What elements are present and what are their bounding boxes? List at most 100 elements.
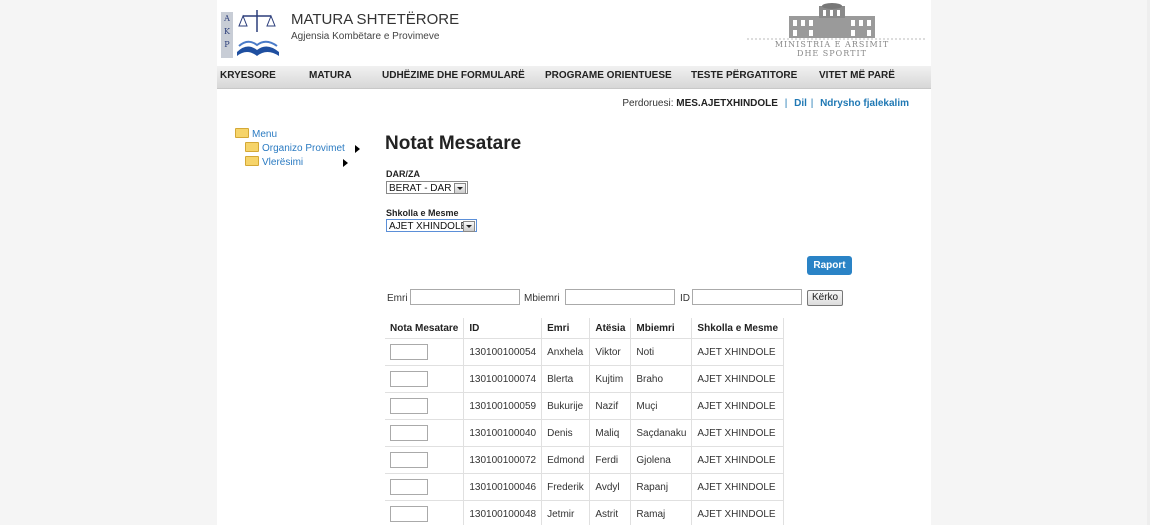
table-row: 130100100046 Frederik Avdyl Rapanj AJET … — [385, 473, 784, 501]
grade-input[interactable] — [390, 506, 428, 522]
menu-item-organizo[interactable]: Organizo Provimet — [235, 142, 360, 156]
grade-cell — [385, 446, 464, 474]
last-name-cell: Noti — [630, 338, 692, 366]
father-name-cell: Maliq — [589, 419, 631, 447]
nav-matura[interactable]: MATURA — [309, 70, 352, 81]
folder-icon — [235, 128, 249, 138]
logo-letter-p: P — [224, 40, 230, 49]
logo-letter-k: K — [224, 27, 230, 36]
search-button[interactable]: Kërko — [807, 290, 844, 306]
grade-input[interactable] — [390, 479, 428, 495]
grade-input[interactable] — [390, 425, 428, 441]
grade-cell — [385, 365, 464, 393]
table-row: 130100100048 Jetmir Astrit Ramaj AJET XH… — [385, 500, 784, 525]
akp-logo[interactable]: A K P — [221, 6, 281, 58]
first-name-cell: Anxhela — [541, 338, 590, 366]
grade-cell — [385, 419, 464, 447]
column-header[interactable]: Shkolla e Mesme — [691, 318, 784, 339]
logo-letters: A K P — [221, 12, 233, 58]
nav-programe[interactable]: PROGRAME ORIENTUESE — [545, 70, 672, 81]
last-name-cell: Braho — [630, 365, 692, 393]
school-cell: AJET XHINDOLE — [691, 500, 784, 525]
school-cell: AJET XHINDOLE — [691, 365, 784, 393]
grade-input[interactable] — [390, 344, 428, 360]
first-name-cell: Edmond — [541, 446, 590, 474]
grade-cell — [385, 500, 464, 525]
first-name-input[interactable] — [410, 289, 520, 305]
id-input[interactable] — [692, 289, 802, 305]
nav-udhezime[interactable]: UDHËZIME DHE FORMULARË — [382, 70, 525, 81]
change-password-link[interactable]: Ndrysho fjalekalim — [820, 98, 909, 109]
school-cell: AJET XHINDOLE — [691, 419, 784, 447]
nav-kryesore[interactable]: KRYESORE — [220, 70, 276, 81]
raport-button[interactable]: Raport — [807, 256, 852, 275]
first-name-cell: Bukurije — [541, 392, 590, 420]
chevron-down-icon[interactable] — [463, 221, 475, 232]
father-name-cell: Nazif — [589, 392, 631, 420]
id-cell: 130100100046 — [463, 473, 542, 501]
first-name-label: Emri — [387, 293, 408, 304]
school-select[interactable]: AJET XHINDOLE — [386, 219, 477, 232]
menu-root-label: Menu — [252, 129, 278, 140]
last-name-cell: Gjolena — [630, 446, 692, 474]
ministry-line2: DHE SPORTIT — [797, 49, 867, 58]
ministry-name: MINISTRIA E ARSIMIT DHE SPORTIT — [727, 40, 931, 58]
ministry-logo[interactable]: MINISTRIA E ARSIMIT DHE SPORTIT — [727, 2, 931, 60]
table-row: 130100100074 Blerta Kujtim Braho AJET XH… — [385, 365, 784, 393]
site-subtitle: Agjensia Kombëtare e Provimeve — [291, 31, 440, 42]
darza-selected-value: BERAT - DAR — [389, 183, 452, 194]
nav-teste[interactable]: TESTE PËRGATITORE — [691, 70, 797, 81]
table-header-row: Nota Mesatare ID Emri Atësia Mbiemri Shk… — [385, 318, 784, 339]
column-header[interactable]: Nota Mesatare — [385, 318, 464, 339]
darza-label: DAR/ZA — [386, 169, 420, 179]
id-label: ID — [680, 293, 690, 304]
user-name: MES.AJETXHINDOLE — [676, 98, 778, 109]
last-name-input[interactable] — [565, 289, 675, 305]
id-cell: 130100100059 — [463, 392, 542, 420]
father-name-cell: Viktor — [589, 338, 631, 366]
school-cell: AJET XHINDOLE — [691, 473, 784, 501]
side-menu: Menu Organizo Provimet Vlerësimi — [235, 128, 360, 170]
folder-icon — [245, 142, 259, 152]
logo-letter-a: A — [224, 14, 230, 23]
table-row: 130100100072 Edmond Ferdi Gjolena AJET X… — [385, 446, 784, 474]
last-name-label: Mbiemri — [524, 293, 560, 304]
chevron-down-icon[interactable] — [454, 183, 466, 194]
first-name-cell: Denis — [541, 419, 590, 447]
column-header[interactable]: Emri — [541, 318, 590, 339]
darza-select[interactable]: BERAT - DAR — [386, 181, 468, 194]
father-name-cell: Astrit — [589, 500, 631, 525]
grade-cell — [385, 338, 464, 366]
submenu-arrow-icon — [343, 159, 348, 167]
id-cell: 130100100072 — [463, 446, 542, 474]
menu-item-vleresimi[interactable]: Vlerësimi — [235, 156, 348, 170]
father-name-cell: Ferdi — [589, 446, 631, 474]
column-header[interactable]: ID — [463, 318, 542, 339]
grade-input[interactable] — [390, 371, 428, 387]
grade-input[interactable] — [390, 452, 428, 468]
page-container: A K P MATURA SHTETËRORE Agjensia Kombëta… — [217, 0, 931, 525]
menu-root[interactable]: Menu — [235, 128, 345, 142]
user-bar: Perdoruesi: MES.AJETXHINDOLE | Dil | Ndr… — [622, 98, 909, 109]
id-cell: 130100100040 — [463, 419, 542, 447]
separator: | — [810, 98, 814, 109]
id-cell: 130100100048 — [463, 500, 542, 525]
column-header[interactable]: Mbiemri — [630, 318, 692, 339]
ministry-building-icon — [747, 3, 927, 40]
first-name-cell: Jetmir — [541, 500, 590, 525]
father-name-cell: Kujtim — [589, 365, 631, 393]
id-cell: 130100100054 — [463, 338, 542, 366]
user-label: Perdoruesi: — [622, 98, 674, 109]
school-cell: AJET XHINDOLE — [691, 446, 784, 474]
school-selected-value: AJET XHINDOLE — [389, 221, 468, 232]
grade-input[interactable] — [390, 398, 428, 414]
grade-cell — [385, 473, 464, 501]
site-header: A K P MATURA SHTETËRORE Agjensia Kombëta… — [217, 0, 931, 66]
logout-link[interactable]: Dil — [794, 98, 807, 109]
book-scale-icon — [237, 10, 279, 56]
id-cell: 130100100074 — [463, 365, 542, 393]
nav-vitet[interactable]: VITET MË PARË — [819, 70, 895, 81]
first-name-cell: Frederik — [541, 473, 590, 501]
main-nav: KRYESORE MATURA UDHËZIME DHE FORMULARË P… — [217, 66, 931, 89]
column-header[interactable]: Atësia — [589, 318, 631, 339]
